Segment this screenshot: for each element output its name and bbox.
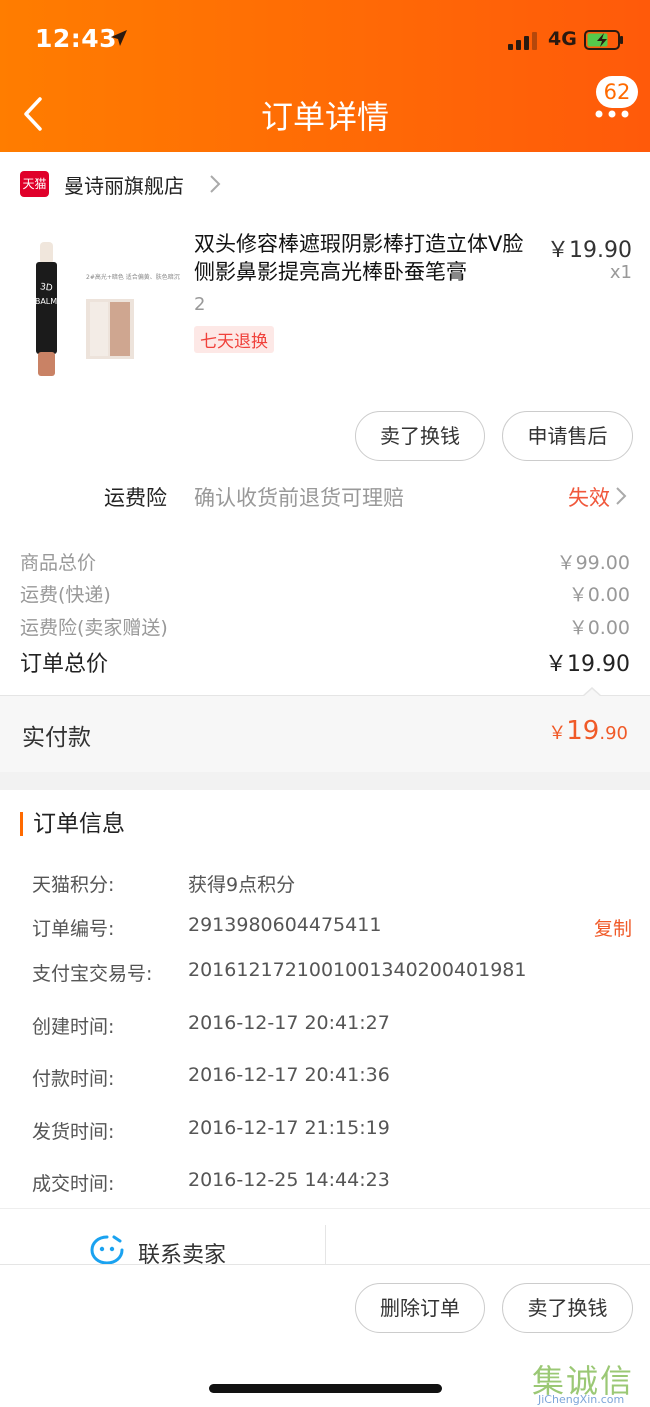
info-key: 成交时间:: [32, 1173, 115, 1195]
sell-button[interactable]: 卖了换钱: [355, 411, 485, 461]
info-value: 2913980604475411: [188, 914, 382, 936]
order-card: 天猫 曼诗丽旗舰店 3D BALM 2#高光+暗色 适合偏黄、肤色暗沉的MM 双…: [0, 152, 650, 772]
info-row-paid-time: 付款时间: 2016-12-17 20:41:36: [32, 1064, 632, 1094]
info-value: 2016-12-17 20:41:27: [188, 1012, 390, 1034]
chevron-right-icon: [210, 175, 221, 193]
status-time: 12:43: [35, 24, 118, 53]
contact-seller-bar: 联系卖家: [0, 1208, 650, 1268]
paid-currency: ￥: [548, 723, 567, 744]
info-key: 订单编号:: [32, 918, 115, 940]
info-value: 2016-12-17 21:15:19: [188, 1117, 390, 1139]
paid-label: 实付款: [22, 725, 91, 751]
page-title: 订单详情: [260, 98, 389, 136]
product-quantity: x1: [609, 262, 632, 283]
sell-button-bottom[interactable]: 卖了换钱: [502, 1283, 633, 1333]
info-key: 创建时间:: [32, 1016, 115, 1038]
order-info-section: 订单信息 天猫积分: 获得9点积分 订单编号: 2913980604475411…: [0, 790, 650, 1210]
info-value: 2016-12-25 14:44:23: [188, 1169, 390, 1191]
copy-button[interactable]: 复制: [594, 914, 632, 941]
shipping-insurance-row[interactable]: 运费险 确认收货前退货可理赔 失效: [0, 477, 650, 517]
order-info-heading: 订单信息: [20, 812, 125, 836]
tmall-logo: 天猫: [20, 171, 49, 197]
info-value: 2016-12-17 20:41:36: [188, 1064, 390, 1086]
battery-icon: [584, 30, 623, 50]
info-key: 付款时间:: [32, 1068, 115, 1090]
shop-name: 曼诗丽旗舰店: [64, 174, 184, 198]
chevron-right-icon: [616, 487, 627, 505]
product-sku: 2: [194, 294, 206, 315]
product-image-caption: 2#高光+暗色 适合偏黄、肤色暗沉的MM: [86, 273, 180, 281]
product-title[interactable]: 双头修容棒遮瑕阴影棒打造立体V脸侧影鼻影提亮高光棒卧蚕笔膏: [194, 230, 534, 286]
insurance-label: 运费险: [104, 486, 167, 510]
info-row-created-time: 创建时间: 2016-12-17 20:41:27: [32, 1012, 632, 1042]
shop-row[interactable]: 天猫 曼诗丽旗舰店: [0, 164, 650, 204]
fee-row-shipping: 运费(快递) ￥0.00: [20, 580, 630, 610]
paid-amount-row: 实付款 ￥19.90: [0, 695, 650, 772]
fee-label: 商品总价: [20, 552, 97, 574]
info-row-completed-time: 成交时间: 2016-12-25 14:44:23: [32, 1169, 632, 1199]
after-sale-button[interactable]: 申请售后: [502, 411, 633, 461]
info-key: 天猫积分:: [32, 874, 115, 896]
home-indicator[interactable]: [209, 1384, 442, 1393]
info-key: 支付宝交易号:: [32, 963, 153, 985]
info-key: 发货时间:: [32, 1121, 115, 1143]
fee-label: 运费(快递): [20, 584, 111, 606]
fee-value: ￥0.00: [568, 584, 630, 606]
chat-face-icon[interactable]: [90, 1235, 124, 1265]
notch-decoration-inner: [583, 689, 601, 697]
status-bar: 12:43 4G: [0, 0, 650, 80]
watermark-logo: 集诚信 JiChengXin.com: [532, 1356, 650, 1407]
more-icon[interactable]: [595, 108, 629, 120]
paid-integer: 19: [566, 716, 600, 746]
message-count-badge: 62: [596, 76, 638, 108]
info-row-order-number: 订单编号: 2913980604475411 复制: [32, 914, 632, 944]
info-value: 2016121721001001340200401981: [188, 959, 527, 981]
location-arrow-icon: [111, 30, 127, 46]
fee-value: ￥0.00: [568, 617, 630, 639]
return-policy-badge: 七天退换: [194, 326, 274, 353]
info-row-points: 天猫积分: 获得9点积分: [32, 870, 632, 900]
fee-row-goods-total: 商品总价 ￥99.00: [20, 548, 630, 578]
fee-label: 运费险(卖家赠送): [20, 617, 168, 639]
paid-value: ￥19.90: [548, 716, 628, 746]
fee-value: ￥99.00: [556, 552, 630, 574]
order-total-value: ￥19.90: [545, 652, 630, 677]
info-value: 获得9点积分: [188, 874, 296, 896]
insurance-description: 确认收货前退货可理赔: [194, 486, 404, 510]
svg-text:BALM: BALM: [35, 297, 57, 306]
svg-text:3D: 3D: [39, 282, 53, 294]
app-header: 12:43 4G 订单详情 62: [0, 0, 650, 152]
divider: [325, 1225, 326, 1265]
network-type: 4G: [548, 28, 577, 50]
order-total-row: 订单总价 ￥19.90: [20, 646, 630, 680]
signal-icon: [508, 32, 542, 50]
insurance-status: 失效: [568, 486, 610, 510]
order-total-label: 订单总价: [20, 652, 109, 677]
info-row-alipay-number: 支付宝交易号: 2016121721001001340200401981: [32, 959, 632, 989]
watermark-url: JiChengXin.com: [538, 1393, 625, 1406]
info-row-shipped-time: 发货时间: 2016-12-17 21:15:19: [32, 1117, 632, 1147]
product-price: ￥19.90: [547, 238, 632, 263]
paid-decimal: .90: [599, 723, 628, 744]
fee-row-insurance: 运费险(卖家赠送) ￥0.00: [20, 613, 630, 643]
delete-order-button[interactable]: 删除订单: [355, 1283, 485, 1333]
product-image[interactable]: 3D BALM 2#高光+暗色 适合偏黄、肤色暗沉的MM: [20, 224, 180, 394]
